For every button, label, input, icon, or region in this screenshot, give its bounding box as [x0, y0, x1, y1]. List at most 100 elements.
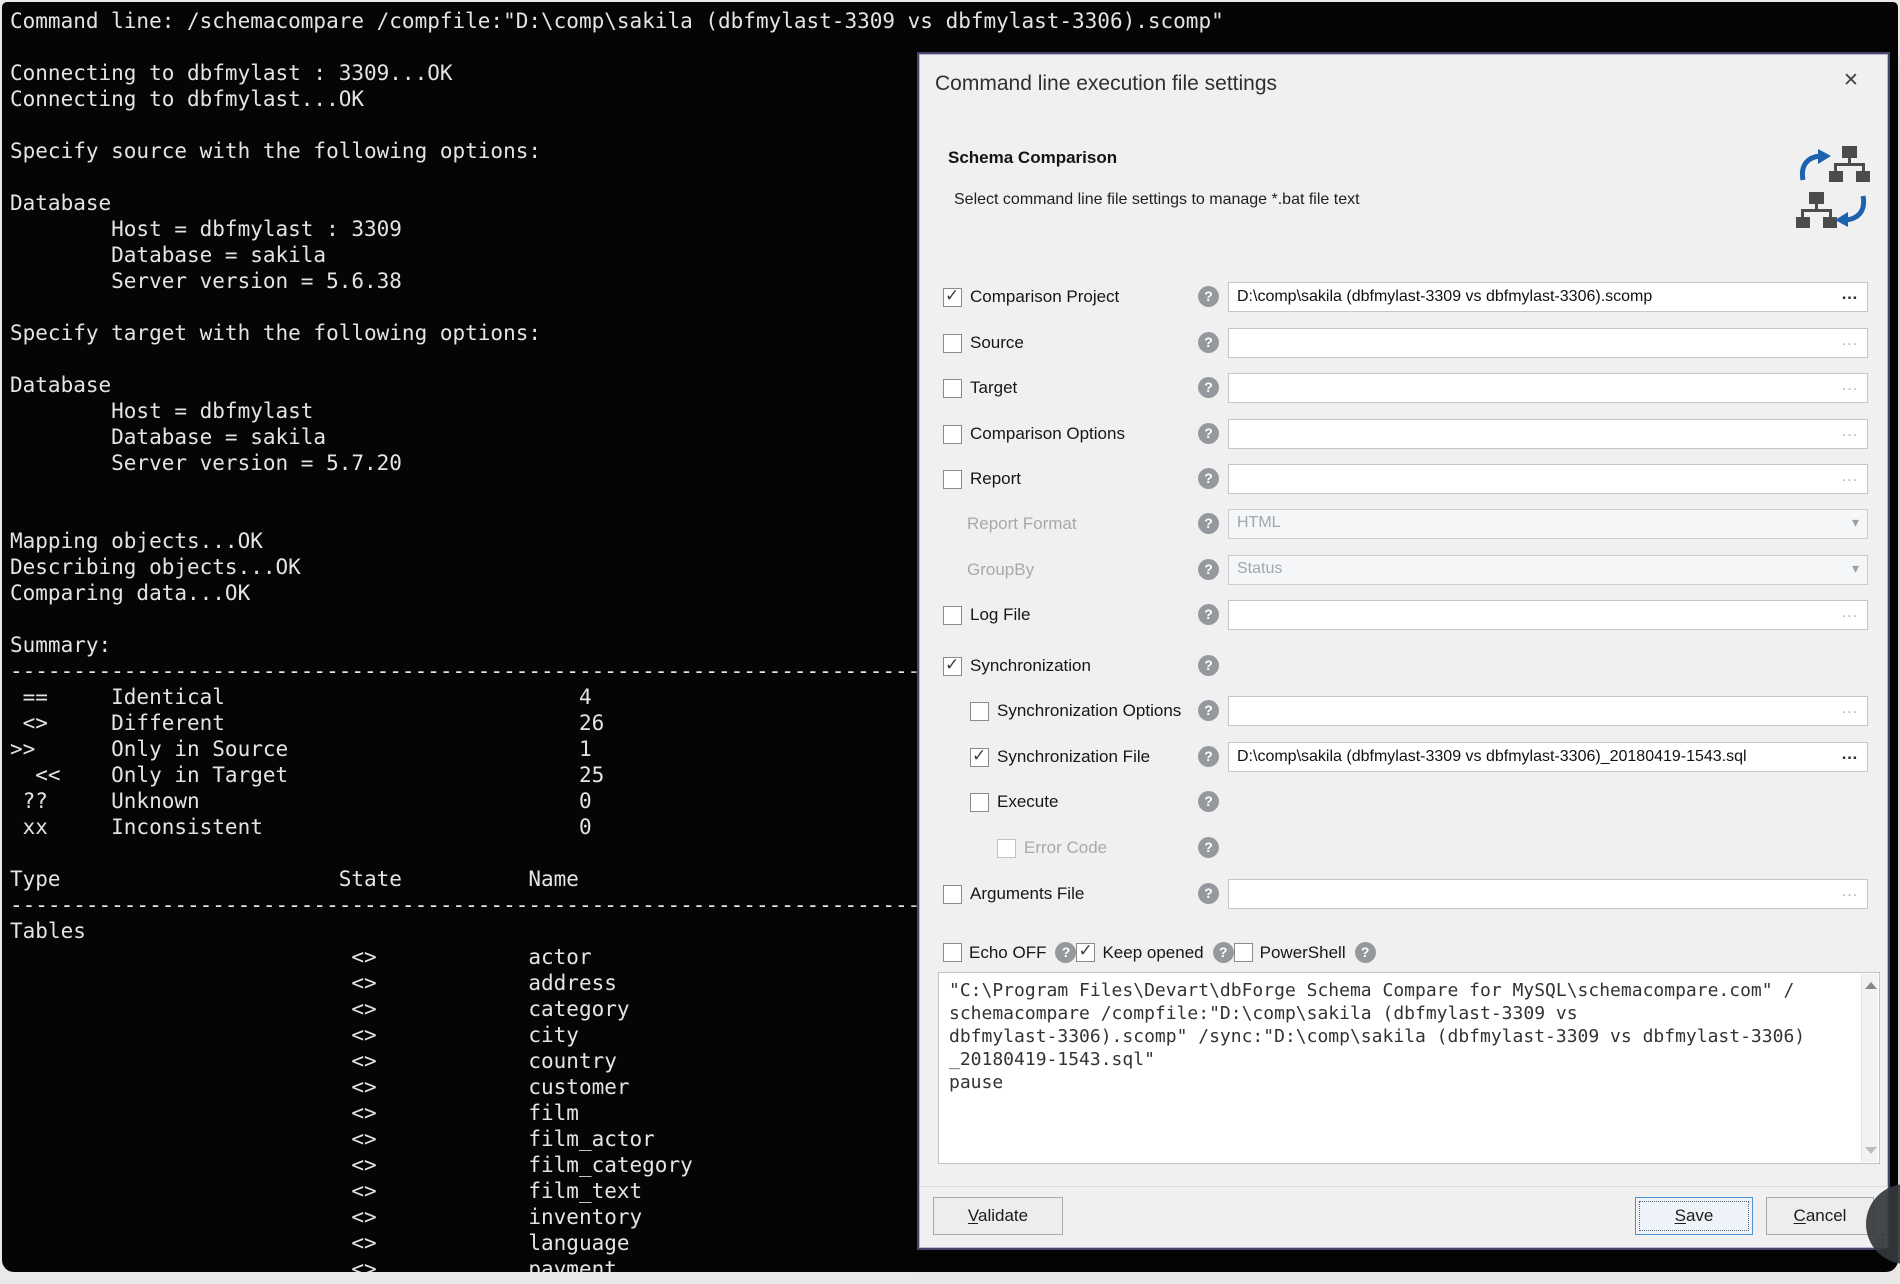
row-arguments-file: Arguments File ? …	[919, 879, 1888, 909]
help-icon[interactable]: ?	[1055, 942, 1076, 963]
row-comparison-project: ✓ Comparison Project ? …	[919, 282, 1888, 312]
help-icon[interactable]: ?	[1213, 942, 1234, 963]
help-icon[interactable]: ?	[1198, 791, 1219, 812]
help-icon[interactable]: ?	[1198, 559, 1219, 580]
cancel-button[interactable]: Cancel	[1766, 1197, 1874, 1235]
help-icon[interactable]: ?	[1355, 942, 1376, 963]
check-icon: ✓	[945, 286, 959, 306]
execute-checkbox[interactable]	[970, 793, 989, 812]
browse-button[interactable]: …	[1841, 698, 1859, 718]
scroll-down-icon[interactable]	[1865, 1147, 1877, 1154]
bat-file-text[interactable]: "C:\Program Files\Devart\dbForge Schema …	[939, 973, 1879, 1100]
row-source: Source ? …	[919, 328, 1888, 358]
report-format-label: Report Format	[967, 514, 1077, 534]
groupby-label: GroupBy	[967, 560, 1034, 580]
browse-button[interactable]: …	[1841, 881, 1859, 901]
comparison-project-input[interactable]	[1228, 282, 1868, 312]
row-synchronization-file: ✓ Synchronization File ? …	[919, 742, 1888, 772]
arguments-file-label: Arguments File	[970, 884, 1084, 904]
row-report-format: Report Format ? HTML ▾	[919, 509, 1888, 539]
groupby-value: Status	[1237, 560, 1282, 577]
browse-button[interactable]: …	[1841, 421, 1859, 441]
close-icon[interactable]: ✕	[1836, 66, 1866, 96]
report-format-value: HTML	[1237, 514, 1281, 531]
help-icon[interactable]: ?	[1198, 513, 1219, 534]
error-code-checkbox	[997, 839, 1016, 858]
log-file-checkbox[interactable]	[943, 606, 962, 625]
check-icon: ✓	[972, 746, 986, 766]
command-line-settings-dialog: Command line execution file settings ✕ S…	[917, 52, 1890, 1250]
synchronization-options-input[interactable]	[1228, 696, 1868, 726]
row-error-code: Error Code ?	[919, 833, 1888, 863]
log-file-label: Log File	[970, 605, 1030, 625]
row-execute: Execute ?	[919, 787, 1888, 817]
arguments-file-input[interactable]	[1228, 879, 1868, 909]
source-input[interactable]	[1228, 328, 1868, 358]
target-label: Target	[970, 378, 1017, 398]
comparison-options-checkbox[interactable]	[943, 425, 962, 444]
powershell-checkbox[interactable]	[1234, 943, 1253, 962]
arguments-file-checkbox[interactable]	[943, 885, 962, 904]
source-checkbox[interactable]	[943, 334, 962, 353]
schema-comparison-icon	[1796, 144, 1870, 232]
help-icon[interactable]: ?	[1198, 837, 1219, 858]
synchronization-file-input[interactable]	[1228, 742, 1868, 772]
report-input[interactable]	[1228, 464, 1868, 494]
help-icon[interactable]: ?	[1198, 700, 1219, 721]
synchronization-file-label: Synchronization File	[997, 747, 1150, 767]
help-icon[interactable]: ?	[1198, 883, 1219, 904]
synchronization-checkbox[interactable]: ✓	[943, 657, 962, 676]
help-icon[interactable]: ?	[1198, 377, 1219, 398]
synchronization-options-checkbox[interactable]	[970, 702, 989, 721]
save-button[interactable]: Save	[1635, 1197, 1753, 1235]
help-icon[interactable]: ?	[1198, 423, 1219, 444]
browse-button[interactable]: …	[1841, 602, 1859, 622]
keep-opened-checkbox[interactable]: ✓	[1076, 943, 1095, 962]
comparison-options-label: Comparison Options	[970, 424, 1125, 444]
synchronization-file-checkbox[interactable]: ✓	[970, 748, 989, 767]
row-synchronization: ✓ Synchronization ?	[919, 651, 1888, 681]
help-icon[interactable]: ?	[1198, 746, 1219, 767]
help-icon[interactable]: ?	[1198, 604, 1219, 625]
browse-button[interactable]: …	[1841, 375, 1859, 395]
browse-button[interactable]: …	[1841, 466, 1859, 486]
row-groupby: GroupBy ? Status ▾	[919, 555, 1888, 585]
echo-off-checkbox[interactable]	[943, 943, 962, 962]
row-report: Report ? …	[919, 464, 1888, 494]
browse-button[interactable]: …	[1841, 284, 1859, 304]
browse-button[interactable]: …	[1841, 744, 1859, 764]
source-label: Source	[970, 333, 1024, 353]
comparison-project-label: Comparison Project	[970, 287, 1119, 307]
powershell-label: PowerShell	[1260, 943, 1346, 963]
dialog-title: Command line execution file settings	[935, 72, 1277, 96]
chevron-down-icon: ▾	[1852, 514, 1859, 531]
report-checkbox[interactable]	[943, 470, 962, 489]
groupby-select: Status ▾	[1228, 555, 1868, 585]
help-icon[interactable]: ?	[1198, 332, 1219, 353]
target-input[interactable]	[1228, 373, 1868, 403]
synchronization-label: Synchronization	[970, 656, 1091, 676]
browse-button[interactable]: …	[1841, 330, 1859, 350]
log-file-input[interactable]	[1228, 600, 1868, 630]
schema-comparison-heading: Schema Comparison	[948, 148, 1117, 168]
validate-button[interactable]: Validate	[933, 1197, 1063, 1235]
target-checkbox[interactable]	[943, 379, 962, 398]
bat-file-text-box[interactable]: "C:\Program Files\Devart\dbForge Schema …	[938, 972, 1880, 1164]
scroll-up-icon[interactable]	[1865, 982, 1877, 989]
help-icon[interactable]: ?	[1198, 655, 1219, 676]
comparison-options-input[interactable]	[1228, 419, 1868, 449]
report-label: Report	[970, 469, 1021, 489]
comparison-project-checkbox[interactable]: ✓	[943, 288, 962, 307]
help-icon[interactable]: ?	[1198, 286, 1219, 307]
chevron-down-icon: ▾	[1852, 560, 1859, 577]
check-icon: ✓	[1078, 941, 1092, 961]
error-code-label: Error Code	[1024, 838, 1107, 858]
echo-off-label: Echo OFF	[969, 943, 1046, 963]
synchronization-options-label: Synchronization Options	[997, 701, 1181, 721]
row-target: Target ? …	[919, 373, 1888, 403]
row-synchronization-options: Synchronization Options ? …	[919, 696, 1888, 726]
button-bar-divider	[919, 1186, 1888, 1187]
help-icon[interactable]: ?	[1198, 468, 1219, 489]
scrollbar[interactable]	[1861, 974, 1878, 1162]
row-comparison-options: Comparison Options ? …	[919, 419, 1888, 449]
